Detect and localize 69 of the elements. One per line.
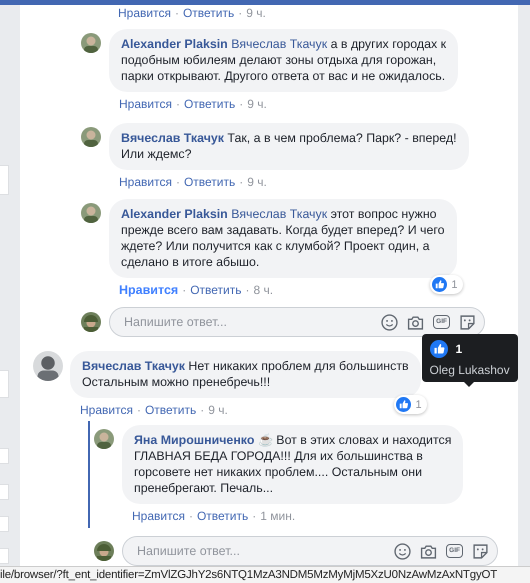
separator: ·: [200, 403, 204, 417]
author-link[interactable]: Вячеслав Ткачук: [121, 131, 224, 145]
comment-text: Вячеслав Ткачук Так, а в чем проблема? Парк? - вперед! Или ждемс?: [121, 130, 457, 162]
reply-link[interactable]: Ответить: [182, 6, 234, 20]
avatar[interactable]: [94, 541, 114, 561]
sticker-icon[interactable]: [459, 314, 476, 330]
like-link[interactable]: Нравится: [119, 283, 178, 297]
author-link[interactable]: Alexander Plaksin: [121, 37, 228, 51]
separator: ·: [239, 175, 244, 189]
separator: ·: [252, 509, 256, 523]
reply-link[interactable]: Ответить: [184, 97, 236, 111]
reply-link[interactable]: Ответить: [184, 175, 236, 189]
comment-text: Вячеслав Ткачук Нет никаких проблем для большинств Остальным можно пренебречь!!!: [82, 358, 409, 390]
reply-link[interactable]: Ответить: [190, 283, 242, 297]
avatar[interactable]: [94, 429, 114, 449]
separator: ·: [174, 6, 179, 20]
timestamp: 8 ч.: [253, 283, 274, 297]
like-icon: [432, 277, 448, 292]
sidebar-panel: [0, 448, 9, 464]
mention-link[interactable]: Вячеслав Ткачук: [231, 37, 328, 51]
like-icon: [430, 340, 448, 358]
separator: ·: [238, 6, 242, 20]
avatar[interactable]: [81, 312, 101, 332]
timestamp: 9 ч.: [247, 175, 267, 189]
sidebar-panel: [0, 516, 9, 532]
sidebar-panel: [0, 484, 9, 500]
reply-link[interactable]: Ответить: [196, 509, 248, 523]
timestamp: 1 мин.: [260, 509, 296, 523]
like-icon: [396, 397, 412, 412]
reaction-count: 1: [456, 342, 462, 356]
separator: ·: [188, 509, 193, 523]
separator: ·: [245, 283, 250, 297]
reaction-badge[interactable]: 1: [430, 275, 463, 294]
avatar[interactable]: [81, 203, 101, 223]
smiley-icon[interactable]: [381, 314, 398, 330]
separator: ·: [239, 97, 244, 111]
sidebar-panel: [0, 370, 9, 398]
author-link[interactable]: Вячеслав Ткачук: [82, 359, 185, 373]
like-link[interactable]: Нравится: [132, 509, 185, 523]
camera-icon[interactable]: [407, 314, 424, 330]
like-link[interactable]: Нравится: [119, 175, 172, 189]
smiley-icon[interactable]: [394, 542, 412, 560]
timestamp: 9 ч.: [247, 97, 267, 111]
sticker-icon[interactable]: [472, 542, 489, 560]
status-url: ile/browser/?ft_ent_identifier=ZmVlZGJhY2s6NTQ1MzA3NDM5MzMyMjM5XzU0NzAwMzAxNTgyOT: [0, 569, 498, 581]
reaction-badge[interactable]: 1: [394, 395, 427, 414]
separator: ·: [136, 403, 141, 417]
timestamp: 9 ч.: [208, 403, 228, 417]
separator: ·: [182, 283, 186, 297]
timestamp: 9 ч.: [246, 6, 266, 20]
like-link[interactable]: Нравится: [118, 6, 171, 20]
comment-text: Alexander Plaksin Вячеслав Ткачук этот вопрос нужно прежде всего вам задавать. Когда будет вперед? И чего ждете? Или получится как с клумбой? Проект один, а сделано в итоге абышо.: [121, 206, 445, 270]
comment-text: Alexander Plaksin Вячеслав Ткачук а в других городах к подобным юбилеям делают зоны отдыха для горожан, парки открывают. Другого ответа от вас и не ожидалось.: [121, 36, 446, 84]
camera-icon[interactable]: [420, 542, 438, 560]
reply-link[interactable]: Ответить: [144, 403, 196, 417]
avatar[interactable]: [81, 33, 101, 53]
like-link[interactable]: Нравится: [119, 97, 172, 111]
avatar[interactable]: [81, 127, 101, 147]
sidebar-panel: [0, 165, 9, 195]
like-link[interactable]: Нравится: [80, 403, 133, 417]
avatar[interactable]: [33, 351, 63, 381]
separator: ·: [176, 97, 180, 111]
separator: ·: [176, 175, 180, 189]
author-link[interactable]: Alexander Plaksin: [121, 207, 228, 221]
comment-text: Яна Мирошниченко ☕ Вот в этих словах и находится ГЛАВНАЯ БЕДА ГОРОДА!!! Для их большинства в горсовете нет никаких проблем.... Остальным они пренебрегают. Печаль...: [134, 432, 452, 496]
mention-link[interactable]: Вячеслав Ткачук: [231, 207, 328, 221]
sidebar-panel: [0, 548, 9, 564]
author-link[interactable]: Яна Мирошниченко: [134, 433, 254, 447]
reactor-name: Oleg Lukashov: [430, 363, 510, 377]
